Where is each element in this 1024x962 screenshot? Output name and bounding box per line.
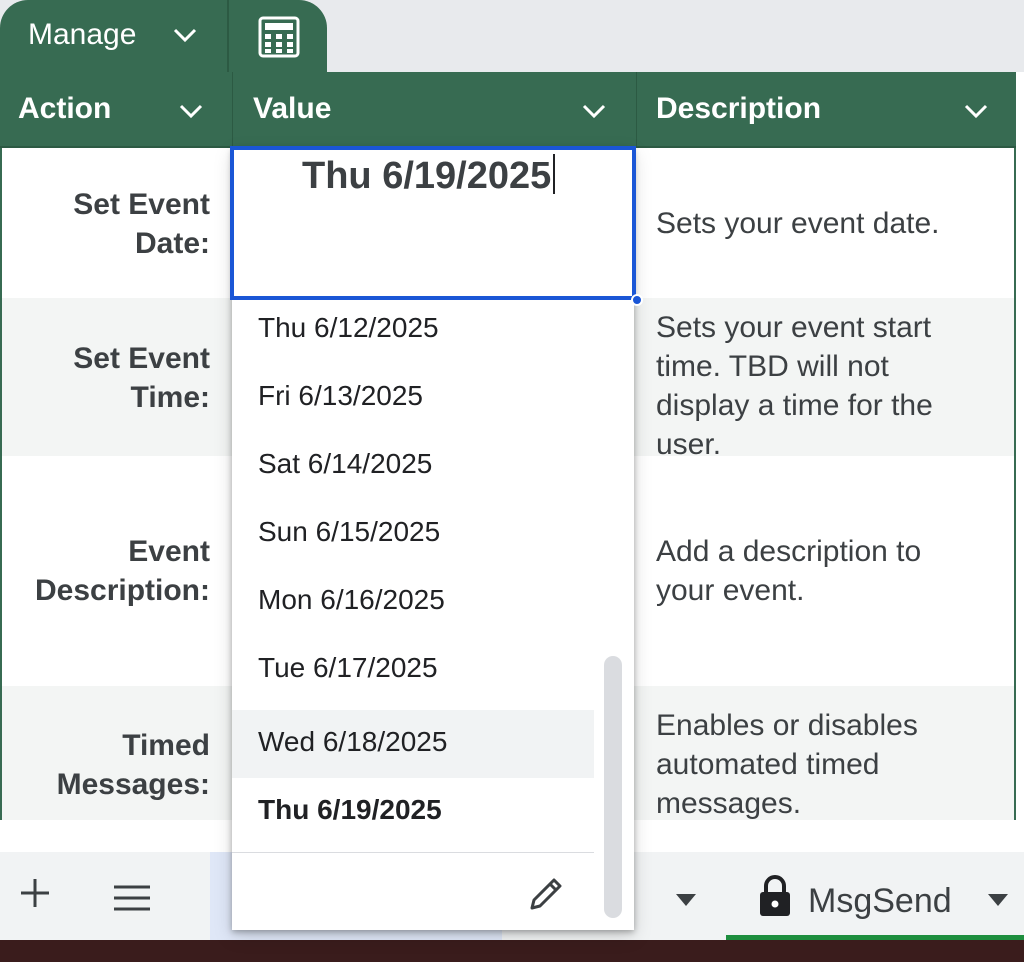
all-sheets-menu-icon[interactable] <box>112 882 152 914</box>
dropdown-option[interactable]: Mon 6/16/2025 <box>232 568 594 636</box>
dropdown-option[interactable]: Tue 6/17/2025 <box>232 636 594 704</box>
pencil-icon[interactable] <box>526 874 566 914</box>
column-header-label: Description <box>656 92 822 125</box>
description-text: Enables or disables automated timed mess… <box>656 709 918 820</box>
calculator-button[interactable] <box>227 0 327 72</box>
description-text: Sets your event start time. TBD will not… <box>656 311 933 461</box>
action-label: Event Description: <box>34 535 210 607</box>
column-header-label: Action <box>18 92 112 125</box>
column-header-value[interactable]: Value <box>233 72 635 148</box>
chevron-down-icon[interactable] <box>963 102 989 120</box>
description-text: Sets your event date. <box>656 207 940 240</box>
caret-down-icon[interactable] <box>676 894 696 906</box>
dropdown-option-selected[interactable]: Thu 6/19/2025 <box>232 778 594 846</box>
dropdown-option[interactable]: Fri 6/13/2025 <box>232 364 594 432</box>
fill-handle[interactable] <box>631 294 643 306</box>
table-header: Action Value Description <box>0 72 1016 148</box>
caret-down-icon[interactable] <box>988 894 1008 906</box>
os-taskbar-edge <box>0 940 1024 962</box>
text-cursor <box>553 154 556 194</box>
manage-label: Manage <box>28 18 137 51</box>
manage-button[interactable]: Manage <box>0 0 228 72</box>
dropdown-option-hovered[interactable]: Wed 6/18/2025 <box>232 710 594 778</box>
chevron-down-icon <box>173 28 197 43</box>
column-header-label: Value <box>253 92 332 125</box>
add-sheet-icon[interactable] <box>18 876 52 910</box>
sheet-tab-msgsend[interactable]: MsgSend <box>726 852 1024 940</box>
action-label: Set Event Time: <box>73 342 210 414</box>
column-header-action[interactable]: Action <box>0 72 232 148</box>
calculator-icon <box>258 16 300 58</box>
action-label: Set Event Date: <box>73 188 210 260</box>
column-header-description[interactable]: Description <box>637 72 1016 148</box>
sheet-tab-label: MsgSend <box>808 882 952 920</box>
dropdown-divider <box>232 852 594 853</box>
dropdown-option[interactable]: Sat 6/14/2025 <box>232 432 594 500</box>
dropdown-scrollbar[interactable] <box>604 656 622 918</box>
dropdown-option[interactable]: Thu 6/12/2025 <box>232 296 594 364</box>
chevron-down-icon[interactable] <box>178 102 204 120</box>
action-label: Timed Messages: <box>56 729 210 801</box>
date-value-input[interactable]: Thu 6/19/2025 <box>302 154 556 198</box>
description-text: Add a description to your event. <box>656 535 922 607</box>
dropdown-option[interactable]: Sun 6/15/2025 <box>232 500 594 568</box>
date-value-editor[interactable]: Thu 6/19/2025 <box>230 146 636 300</box>
chevron-down-icon[interactable] <box>581 102 607 120</box>
lock-icon <box>760 875 790 916</box>
